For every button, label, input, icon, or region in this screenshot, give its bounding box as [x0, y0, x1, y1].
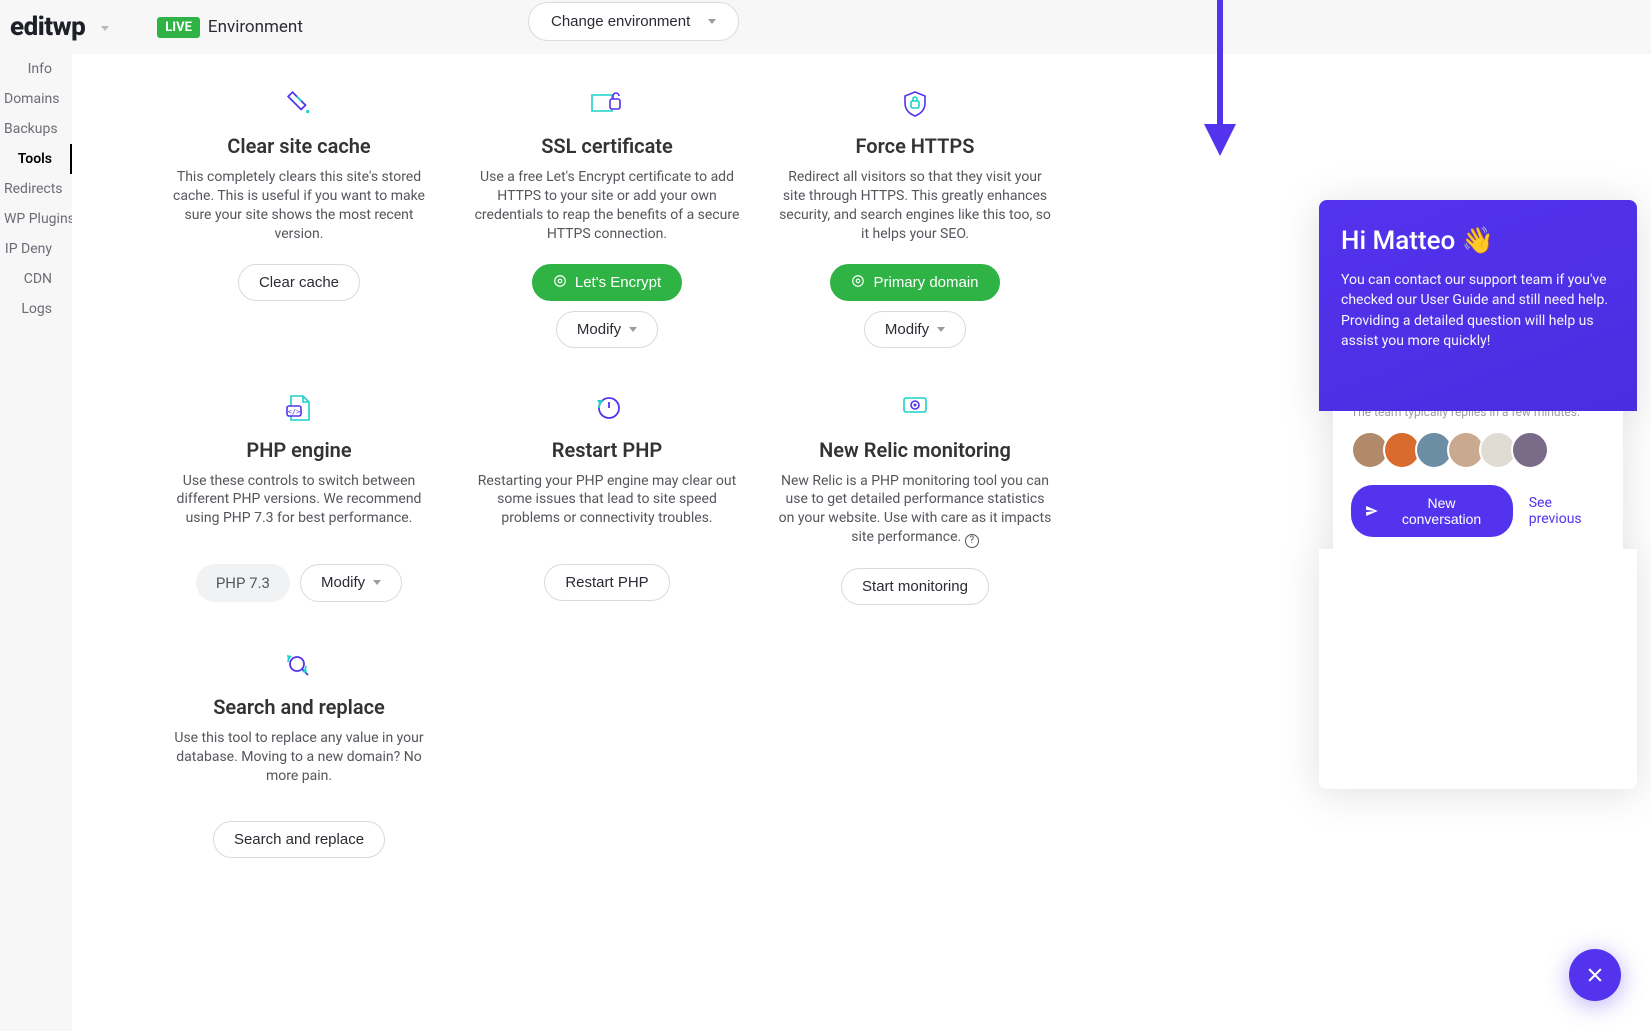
chat-intro: You can contact our support team if you'…	[1341, 270, 1615, 351]
tool-card-restart-php: Restart PHP Restarting your PHP engine ma…	[468, 394, 746, 606]
annotation-arrow	[1190, 0, 1250, 160]
restart-icon	[468, 394, 746, 424]
badge-icon	[553, 274, 567, 291]
chevron-down-icon	[373, 580, 381, 585]
sidebar-item-info[interactable]: Info	[0, 54, 72, 84]
php-7-3-button: PHP 7.3	[196, 564, 290, 602]
svg-text:</>: </>	[288, 408, 301, 416]
sidebar-item-logs[interactable]: Logs	[0, 294, 72, 324]
ssl-icon	[468, 90, 746, 120]
tool-description: Use a free Let's Encrypt certificate to …	[468, 168, 746, 244]
sidebar-item-ip-deny[interactable]: IP Deny	[0, 234, 72, 264]
modify-button[interactable]: Modify	[300, 564, 402, 602]
new-conversation-button[interactable]: New conversation	[1351, 485, 1513, 537]
tool-title: Force HTTPS	[776, 134, 1054, 158]
support-chat-widget: Hi Matteo 👋 You can contact our support …	[1319, 200, 1637, 789]
shield-icon	[776, 90, 1054, 120]
wave-icon: 👋	[1462, 226, 1494, 256]
let-s-encrypt-button[interactable]: Let's Encrypt	[532, 264, 682, 301]
button-label: Modify	[321, 574, 365, 591]
newrelic-icon	[776, 394, 1054, 424]
clear-cache-button[interactable]: Clear cache	[238, 264, 360, 301]
chevron-down-icon	[937, 327, 945, 332]
tool-card-ssl-certificate: SSL certificate Use a free Let's Encrypt …	[468, 90, 746, 348]
button-label: Start monitoring	[862, 578, 968, 595]
button-label: Modify	[885, 321, 929, 338]
tool-description: This completely clears this site's store…	[160, 168, 438, 244]
modify-button[interactable]: Modify	[864, 311, 966, 348]
modify-button[interactable]: Modify	[556, 311, 658, 348]
tool-card-php-engine: </> PHP engine Use these controls to switc…	[160, 394, 438, 606]
button-label: Modify	[577, 321, 621, 338]
chevron-down-icon	[629, 327, 637, 332]
button-label: Primary domain	[873, 274, 978, 291]
send-icon	[1365, 504, 1378, 518]
chat-greeting: Hi Matteo 👋	[1341, 226, 1615, 256]
button-label: Let's Encrypt	[575, 274, 661, 291]
live-badge: LIVE	[157, 17, 200, 38]
tool-description: Redirect all visitors so that they visit…	[776, 168, 1054, 244]
tool-title: Search and replace	[160, 695, 438, 719]
tool-card-search-and-replace: Search and replace Use this tool to repla…	[160, 651, 438, 858]
tool-card-clear-site-cache: Clear site cache This completely clears t…	[160, 90, 438, 348]
sidebar-item-tools[interactable]: Tools	[0, 144, 72, 174]
button-label: Search and replace	[234, 831, 364, 848]
site-switcher[interactable]	[101, 20, 109, 34]
tool-card-force-https: Force HTTPS Redirect all visitors so that…	[776, 90, 1054, 348]
tool-title: SSL certificate	[468, 134, 746, 158]
sidebar-item-wp-plugins[interactable]: WP Plugins	[0, 204, 72, 234]
tool-description: New Relic is a PHP monitoring tool you c…	[776, 472, 1054, 549]
start-monitoring-button[interactable]: Start monitoring	[841, 568, 989, 605]
restart-php-button[interactable]: Restart PHP	[544, 564, 669, 601]
sidebar-item-redirects[interactable]: Redirects	[0, 174, 72, 204]
support-avatars	[1351, 431, 1605, 469]
avatar	[1511, 431, 1549, 469]
info-icon[interactable]: ?	[965, 534, 979, 548]
site-name: editwp	[10, 12, 85, 42]
tool-title: Restart PHP	[468, 438, 746, 462]
chevron-down-icon	[708, 19, 716, 24]
search-and-replace-button[interactable]: Search and replace	[213, 821, 385, 858]
tool-title: New Relic monitoring	[776, 438, 1054, 462]
see-previous-link[interactable]: See previous	[1529, 495, 1605, 527]
tool-description: Restarting your PHP engine may clear out…	[468, 472, 746, 544]
sidebar-item-domains[interactable]: Domains	[0, 84, 72, 114]
cache-icon	[160, 90, 438, 120]
button-label: Restart PHP	[565, 574, 648, 591]
primary-domain-button[interactable]: Primary domain	[830, 264, 999, 301]
tool-card-new-relic-monitoring: New Relic monitoring New Relic is a PHP m…	[776, 394, 1054, 606]
tool-description: Use these controls to switch between dif…	[160, 472, 438, 544]
tool-title: PHP engine	[160, 438, 438, 462]
close-icon	[1585, 965, 1605, 985]
env-label: Environment	[208, 17, 303, 37]
tool-description: Use this tool to replace any value in yo…	[160, 729, 438, 801]
tool-title: Clear site cache	[160, 134, 438, 158]
sidebar-item-cdn[interactable]: CDN	[0, 264, 72, 294]
change-environment-button[interactable]: Change environment	[528, 2, 739, 41]
button-label: PHP 7.3	[216, 574, 270, 592]
sidebar-item-backups[interactable]: Backups	[0, 114, 72, 144]
chat-close-button[interactable]	[1569, 949, 1621, 1001]
php-icon: </>	[160, 394, 438, 424]
badge-icon	[851, 274, 865, 291]
search-icon	[160, 651, 438, 681]
button-label: Clear cache	[259, 274, 339, 291]
